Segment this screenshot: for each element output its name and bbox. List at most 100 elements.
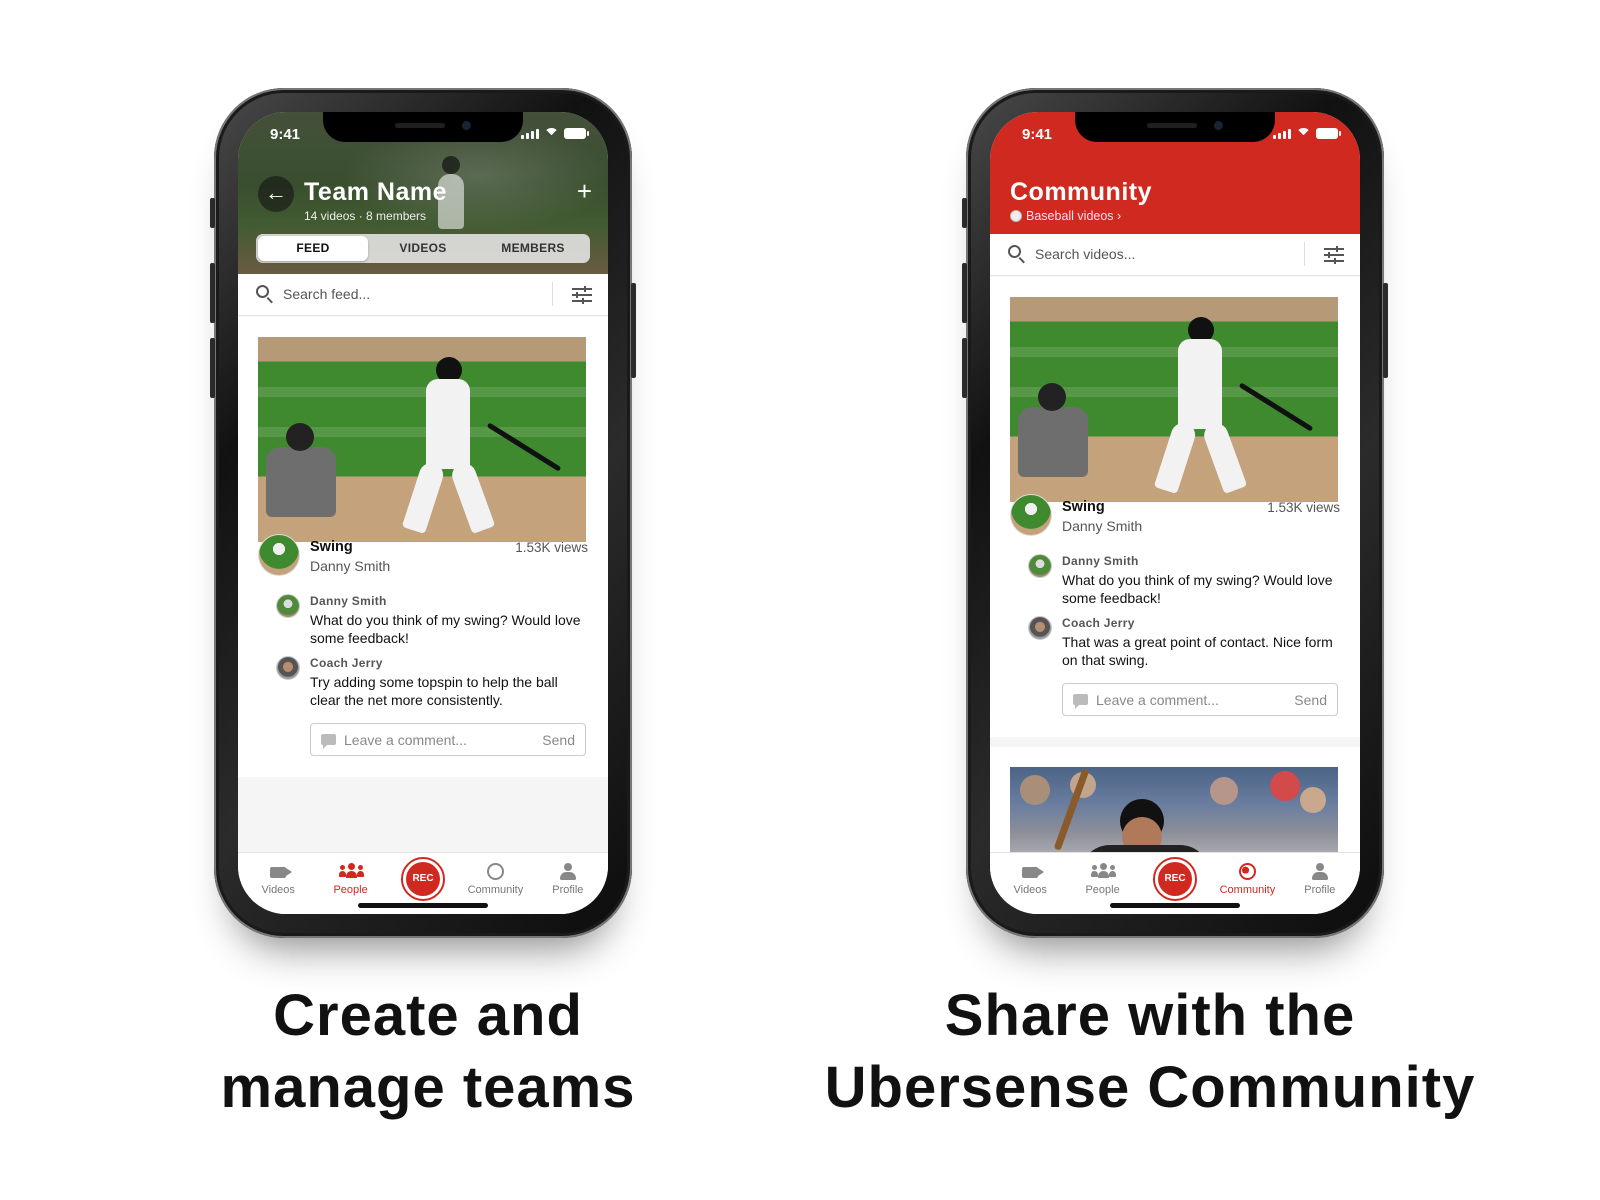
team-screen: ← Team Name 14 videos · 8 members + FEED… <box>238 112 608 914</box>
segmented-control: FEED VIDEOS MEMBERS <box>256 234 590 263</box>
home-indicator[interactable] <box>358 903 488 908</box>
caption-line: Ubersense Community <box>824 1055 1476 1120</box>
tab-feed[interactable]: FEED <box>258 236 368 261</box>
video-author[interactable]: Danny Smith <box>310 558 390 574</box>
filter-icon[interactable] <box>1324 246 1344 264</box>
filter-icon[interactable] <box>572 286 592 304</box>
battery-icon <box>1316 128 1341 139</box>
add-button[interactable]: + <box>577 176 592 207</box>
signal-icon <box>1273 129 1291 139</box>
view-count: 1.53K views <box>515 540 588 555</box>
search-input[interactable]: Search videos... <box>1035 246 1135 262</box>
comment-icon <box>1073 694 1088 709</box>
battery-icon <box>564 128 589 139</box>
people-icon <box>338 863 364 878</box>
sport-label: Baseball videos <box>1026 209 1114 223</box>
comment-input[interactable]: Leave a comment... Send <box>1062 683 1338 716</box>
send-button[interactable]: Send <box>1294 692 1327 708</box>
search-icon <box>256 285 269 298</box>
power-button <box>631 283 636 378</box>
video-camera-icon <box>270 867 293 878</box>
tab-label: People <box>333 884 368 896</box>
wifi-icon <box>1296 128 1311 139</box>
search-bar: Search feed... <box>238 274 608 316</box>
tab-rec-nav[interactable]: REC <box>1139 853 1211 901</box>
caption-community: Share with the Ubersense Community <box>800 980 1500 1124</box>
comment-text: What do you think of my swing? Would lov… <box>1062 572 1333 606</box>
sport-selector[interactable]: Baseball videos › <box>1010 209 1121 223</box>
tab-people-nav[interactable]: People <box>1066 853 1138 900</box>
tab-videos[interactable]: VIDEOS <box>368 236 478 261</box>
status-time: 9:41 <box>270 126 301 143</box>
comment-placeholder: Leave a comment... <box>1096 692 1219 708</box>
tab-profile-nav[interactable]: Profile <box>1284 853 1356 900</box>
comment-author: Coach Jerry <box>310 656 383 670</box>
phone-frame-right: Community Baseball videos › 9:41 Search … <box>962 88 1388 938</box>
notch <box>323 112 523 142</box>
rec-label: REC <box>1158 862 1193 896</box>
team-stats: 14 videos · 8 members <box>304 209 427 223</box>
power-button <box>1383 283 1388 378</box>
comment-author: Coach Jerry <box>1062 616 1135 630</box>
tab-label: Videos <box>1013 884 1047 896</box>
tab-label: Profile <box>1304 884 1336 896</box>
comment-text: What do you think of my swing? Would lov… <box>310 612 581 646</box>
tab-label: Community <box>467 884 524 896</box>
home-indicator[interactable] <box>1110 903 1240 908</box>
feed-post: Swing Danny Smith 1.53K views Danny Smit… <box>990 277 1360 737</box>
video-camera-icon <box>1022 867 1045 878</box>
page-title: Community <box>1010 178 1152 206</box>
comment-text: Try adding some topspin to help the ball… <box>310 674 558 708</box>
mute-switch <box>210 198 215 228</box>
volume-down-button <box>962 338 967 398</box>
caption-line: Share with the <box>944 983 1356 1048</box>
comment-avatar <box>1028 616 1052 640</box>
comment-avatar <box>276 594 300 618</box>
tab-rec-nav[interactable]: REC <box>387 853 459 901</box>
volume-down-button <box>210 338 215 398</box>
record-button[interactable]: REC <box>401 857 446 901</box>
tab-videos-nav[interactable]: Videos <box>242 853 314 900</box>
caption-line: manage teams <box>220 1055 636 1120</box>
comment-author: Danny Smith <box>310 594 387 608</box>
video-author[interactable]: Danny Smith <box>1062 518 1142 534</box>
video-thumbnail[interactable] <box>258 337 586 542</box>
comment-avatar <box>276 656 300 680</box>
globe-icon <box>486 863 504 880</box>
team-name-title: Team Name <box>304 178 447 206</box>
comment-avatar <box>1028 554 1052 578</box>
volume-up-button <box>210 263 215 323</box>
tab-members[interactable]: MEMBERS <box>478 236 588 261</box>
wifi-icon <box>544 128 559 139</box>
video-thumbnail[interactable] <box>1010 297 1338 502</box>
caption-teams: Create and manage teams <box>78 980 778 1124</box>
video-title: Swing <box>1062 499 1105 515</box>
tab-profile-nav[interactable]: Profile <box>532 853 604 900</box>
avatar[interactable] <box>258 534 300 576</box>
search-icon <box>1008 245 1021 258</box>
view-count: 1.53K views <box>1267 500 1340 515</box>
search-input[interactable]: Search feed... <box>283 286 370 302</box>
comment-input[interactable]: Leave a comment... Send <box>310 723 586 756</box>
tab-label: People <box>1085 884 1120 896</box>
phone-frame-left: ← Team Name 14 videos · 8 members + FEED… <box>210 88 636 938</box>
chevron-right-icon: › <box>1117 209 1122 223</box>
record-button[interactable]: REC <box>1153 857 1198 901</box>
arrow-left-icon: ← <box>265 180 287 205</box>
tab-label: Community <box>1219 884 1276 896</box>
avatar[interactable] <box>1010 494 1052 536</box>
tab-label: Profile <box>552 884 584 896</box>
search-bar: Search videos... <box>990 234 1360 276</box>
people-icon <box>1090 863 1116 878</box>
back-button[interactable]: ← <box>258 176 294 212</box>
status-time: 9:41 <box>1022 126 1053 143</box>
plus-icon: + <box>576 176 592 206</box>
tab-community-nav[interactable]: Community <box>459 853 531 900</box>
tab-community-nav[interactable]: Community <box>1211 853 1283 900</box>
send-button[interactable]: Send <box>542 732 575 748</box>
tab-people-nav[interactable]: People <box>314 853 386 900</box>
rec-label: REC <box>406 862 441 896</box>
person-icon <box>559 863 576 880</box>
tab-videos-nav[interactable]: Videos <box>994 853 1066 900</box>
feed-post: Swing Danny Smith 1.53K views Danny Smit… <box>238 317 608 777</box>
